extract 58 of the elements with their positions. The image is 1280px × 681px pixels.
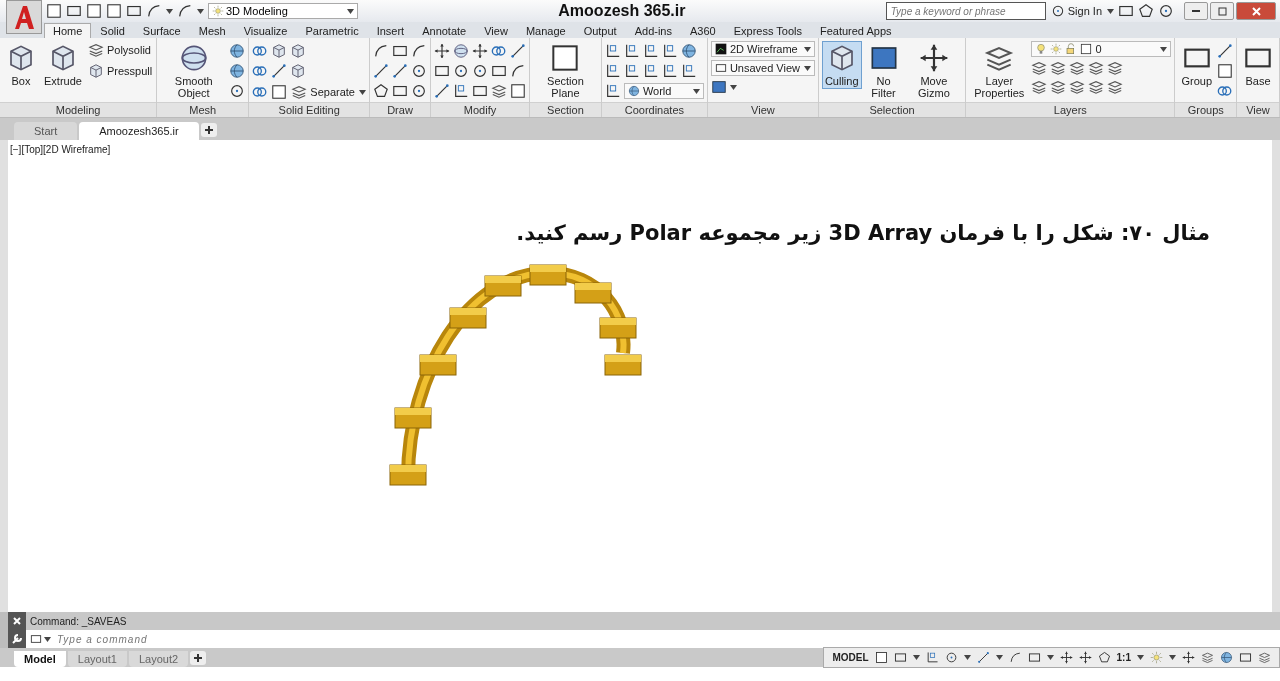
ribbon-button[interactable]: Group <box>1178 41 1215 89</box>
ribbon-button[interactable]: No Filter <box>863 41 904 101</box>
ribbon-tab[interactable]: Mesh <box>189 23 235 38</box>
ribbon-button[interactable]: Presspull <box>86 62 154 80</box>
panel-title[interactable]: Selection <box>818 102 966 117</box>
ribbon-button[interactable]: Culling <box>821 41 862 89</box>
ribbon-button[interactable]: Move Gizmo <box>905 41 963 101</box>
layout-tab[interactable]: Layout2 <box>128 651 189 667</box>
panel-title[interactable]: Modify <box>431 102 529 117</box>
model-space-button[interactable]: MODEL <box>832 652 869 663</box>
ribbon-button[interactable]: Base <box>1240 41 1276 89</box>
sign-in-button[interactable]: Sign In <box>1049 3 1103 19</box>
panel-title[interactable]: Layers <box>966 102 1175 117</box>
ribbon-tab[interactable]: Solid <box>91 23 134 38</box>
ribbon-tab[interactable]: Parametric <box>296 23 368 38</box>
annotation-scale-button[interactable]: 1:1 <box>1116 652 1131 663</box>
ribbon-tab[interactable]: Insert <box>367 23 414 38</box>
ribbon-button[interactable]: Polysolid <box>86 41 154 59</box>
panel-title[interactable]: Groups <box>1175 102 1236 117</box>
ribbon-button[interactable]: Smooth Object <box>160 41 228 101</box>
layout-tab[interactable]: Layout1 <box>67 651 127 667</box>
window-title: Amoozesh 365.ir <box>557 2 687 20</box>
ribbon-button[interactable]: Box <box>3 41 39 89</box>
file-tab[interactable]: Amoozesh365.ir <box>79 122 199 140</box>
panel-title[interactable]: View <box>1237 102 1279 117</box>
ribbon-tab[interactable]: A360 <box>680 23 725 38</box>
command-history: Command: _SAVEAS <box>26 612 1280 630</box>
search-field[interactable]: Type a keyword or phrase <box>885 2 1046 20</box>
ribbon-button[interactable]: Layer Properties <box>969 41 1030 101</box>
ribbon-tab[interactable]: Output <box>574 23 626 38</box>
ribbon-button[interactable]: Section Plane <box>533 41 598 101</box>
panel-title[interactable]: Modeling <box>0 102 157 117</box>
ribbon-tab[interactable]: Express Tools <box>724 23 811 38</box>
panel-title[interactable]: View <box>707 102 818 117</box>
layout-tab[interactable]: Model <box>14 651 66 667</box>
ribbon-tab[interactable]: Visualize <box>234 23 297 38</box>
ribbon-tab[interactable]: Home <box>44 23 92 38</box>
dropdown-field[interactable]: 2D Wireframe <box>710 41 815 57</box>
panel-title[interactable]: Solid Editing <box>249 102 369 117</box>
file-tab[interactable]: Start <box>14 122 78 140</box>
ribbon-tab[interactable]: Add-ins <box>625 23 681 38</box>
ribbon-tab[interactable]: View <box>475 23 517 38</box>
dropdown-field[interactable]: 0 <box>1031 41 1172 57</box>
panel-title[interactable]: Draw <box>370 102 430 117</box>
viewport-label[interactable]: [−][Top][2D Wireframe] <box>8 140 113 159</box>
ribbon-tab[interactable]: Surface <box>133 23 190 38</box>
ribbon-button[interactable]: Separate <box>290 83 356 101</box>
ribbon-tab[interactable]: Manage <box>516 23 575 38</box>
panel-title[interactable]: Mesh <box>157 102 249 117</box>
panel-title[interactable]: Section <box>530 102 601 117</box>
ribbon-tab[interactable]: Annotate <box>413 23 476 38</box>
ribbon-button[interactable]: Extrude <box>41 41 85 89</box>
panel-title[interactable]: Coordinates <box>601 102 707 117</box>
dropdown-field[interactable]: World <box>623 83 704 99</box>
ribbon-tab[interactable]: Featured Apps <box>810 23 901 38</box>
exercise-heading: مثال ۷۰: شکل را با فرمان 3D Array زیر مجموعه Polar رسم کنید. <box>515 221 1210 245</box>
workspace-dropdown[interactable]: 3D Modeling <box>208 3 358 19</box>
dropdown-field[interactable]: Unsaved View <box>710 60 815 76</box>
